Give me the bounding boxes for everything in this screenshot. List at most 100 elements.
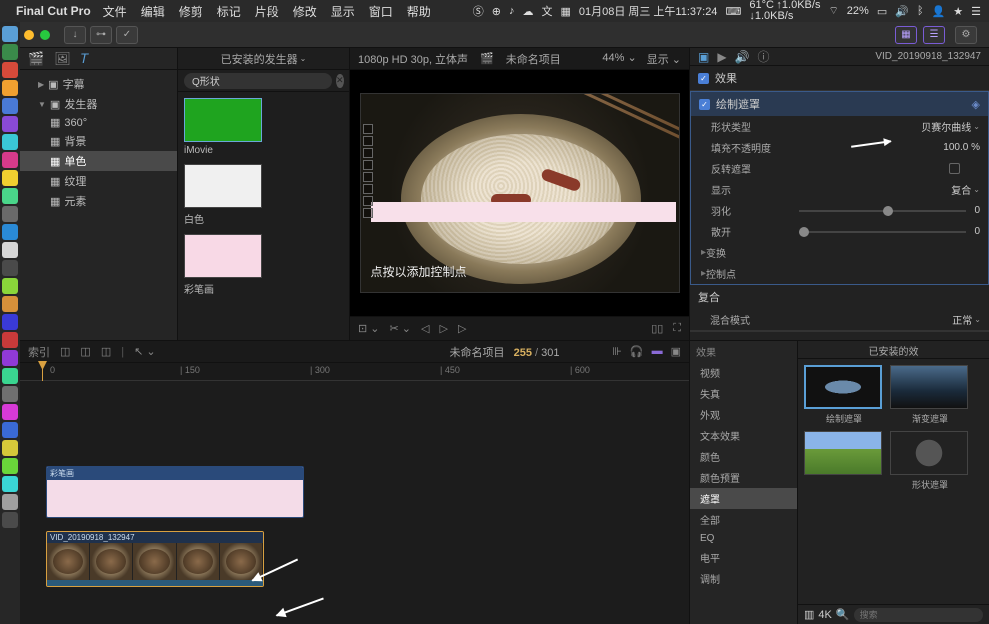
fx-filter-icon[interactable]: ▥ bbox=[804, 608, 814, 621]
maximize-button[interactable] bbox=[40, 30, 50, 40]
tree-item[interactable]: ▦ 单色 bbox=[20, 151, 177, 171]
spread-slider[interactable] bbox=[799, 231, 966, 233]
param-display[interactable]: 显示 复合⌄ bbox=[691, 179, 988, 200]
audio-inspector-tab-icon[interactable]: 🔊 bbox=[735, 50, 750, 64]
timeline-ruler[interactable]: 0 | 150 | 300 | 450 | 600 bbox=[20, 363, 689, 381]
status-icon-keyboard[interactable]: ⌨ bbox=[725, 5, 741, 18]
scopes-icon[interactable]: ▯▯ bbox=[651, 322, 663, 335]
photos-tab-icon[interactable]: 🖼 bbox=[54, 51, 71, 67]
status-user-icon[interactable]: 👤 bbox=[932, 5, 946, 18]
generator-item[interactable]: 白色 bbox=[184, 164, 343, 226]
generator-item[interactable]: iMovie bbox=[184, 98, 343, 156]
menu-clip[interactable]: 片段 bbox=[255, 3, 279, 20]
dock-app-icon[interactable] bbox=[2, 80, 18, 96]
effect-item[interactable]: 绘制遮罩 bbox=[804, 365, 884, 425]
param-invert[interactable]: 反转遮罩 bbox=[691, 158, 988, 179]
generators-header[interactable]: 已安装的发生器 ⌄ bbox=[178, 48, 349, 70]
dock-app-icon[interactable] bbox=[2, 206, 18, 222]
mask-overlay[interactable] bbox=[371, 202, 676, 222]
library-tab-icon[interactable]: 🎬 bbox=[28, 51, 44, 67]
dock-app-icon[interactable] bbox=[2, 44, 18, 60]
viewer-canvas[interactable]: 点按以添加控制点 bbox=[350, 70, 689, 316]
dock-app-icon[interactable] bbox=[2, 494, 18, 510]
dock-app-icon[interactable] bbox=[2, 512, 18, 528]
effects-category[interactable]: 调制 bbox=[690, 568, 797, 589]
tl-tool-3-icon[interactable]: ◫ bbox=[101, 345, 111, 358]
tree-item[interactable]: ▦ 360° bbox=[20, 114, 177, 131]
dock-app-icon[interactable] bbox=[2, 368, 18, 384]
keyword-button[interactable]: ⊶ bbox=[90, 26, 112, 44]
invert-checkbox[interactable] bbox=[949, 163, 960, 174]
dock-app-icon[interactable] bbox=[2, 296, 18, 312]
menu-view[interactable]: 显示 bbox=[331, 3, 355, 20]
select-tool-icon[interactable]: ↖ ⌄ bbox=[134, 345, 156, 358]
tl-tool-1-icon[interactable]: ◫ bbox=[60, 345, 70, 358]
menu-file[interactable]: 文件 bbox=[103, 3, 127, 20]
crop-tool-icon[interactable]: ⊡ ⌄ bbox=[358, 322, 380, 335]
color-inspector-tab-icon[interactable]: ▶ bbox=[717, 50, 726, 64]
tree-item[interactable]: ▼ ▣ 发生器 bbox=[20, 94, 177, 114]
dock-app-icon[interactable] bbox=[2, 26, 18, 42]
composite-section-header[interactable]: 复合 bbox=[690, 285, 989, 309]
status-datetime[interactable]: 01月08日 周三 上午11:37:24 bbox=[579, 3, 718, 19]
effects-category[interactable]: 视频 bbox=[690, 362, 797, 383]
effect-item[interactable]: 形状遮罩 bbox=[890, 431, 970, 491]
bg-task-button[interactable]: ✓ bbox=[116, 26, 138, 44]
status-icon-cal[interactable]: ▦ bbox=[560, 5, 570, 18]
status-volume-icon[interactable]: 🔊 bbox=[895, 5, 909, 18]
tl-tool-2-icon[interactable]: ◫ bbox=[80, 345, 90, 358]
effects-search-input[interactable] bbox=[854, 608, 983, 622]
dock-app-icon[interactable] bbox=[2, 242, 18, 258]
clip-video[interactable]: VID_20190918_132947 bbox=[46, 531, 264, 587]
fullscreen-icon[interactable]: ⛶ bbox=[673, 322, 681, 335]
tl-snap-icon[interactable]: ▬ bbox=[652, 345, 663, 358]
dock-app-icon[interactable] bbox=[2, 116, 18, 132]
dock-app-icon[interactable] bbox=[2, 188, 18, 204]
tree-item[interactable]: ▦ 元素 bbox=[20, 191, 177, 211]
clapper-icon[interactable]: 🎬 bbox=[480, 52, 494, 65]
app-name[interactable]: Final Cut Pro bbox=[16, 4, 91, 18]
dock-app-icon[interactable] bbox=[2, 98, 18, 114]
param-fill-opacity[interactable]: 填充不透明度 100.0 % bbox=[691, 137, 988, 158]
generator-item[interactable]: 彩笔画 bbox=[184, 234, 343, 296]
titles-tab-icon[interactable]: 𝑇 bbox=[81, 51, 89, 67]
effects-category[interactable]: 电平 bbox=[690, 547, 797, 568]
search-clear-icon[interactable]: ✕ bbox=[336, 74, 344, 88]
dock-app-icon[interactable] bbox=[2, 134, 18, 150]
menu-trim[interactable]: 修剪 bbox=[179, 3, 203, 20]
tl-audio-icon[interactable]: 🎧 bbox=[630, 345, 644, 358]
dock-app-icon[interactable] bbox=[2, 440, 18, 456]
layout-list-button[interactable]: ☰ bbox=[923, 26, 945, 44]
effects-category[interactable]: 外观 bbox=[690, 404, 797, 425]
prev-frame-icon[interactable]: ◁ bbox=[421, 322, 429, 335]
dock-app-icon[interactable] bbox=[2, 422, 18, 438]
param-spread[interactable]: 散开 0 bbox=[691, 221, 988, 242]
dock-app-icon[interactable] bbox=[2, 386, 18, 402]
status-icon-cloud[interactable]: ☁ bbox=[522, 5, 533, 18]
dock-app-icon[interactable] bbox=[2, 260, 18, 276]
next-frame-icon[interactable]: ▷ bbox=[458, 322, 466, 335]
effects-category[interactable]: 全部 bbox=[690, 509, 797, 530]
effects-category[interactable]: 失真 bbox=[690, 383, 797, 404]
status-icon-music[interactable]: ♪ bbox=[509, 5, 515, 17]
status-icon-globe[interactable]: ⊕ bbox=[492, 5, 501, 18]
feather-slider[interactable] bbox=[799, 210, 966, 212]
dock-app-icon[interactable] bbox=[2, 62, 18, 78]
info-inspector-tab-icon[interactable]: ⓘ bbox=[758, 48, 770, 65]
menu-edit[interactable]: 编辑 bbox=[141, 3, 165, 20]
param-blend-mode[interactable]: 混合模式 正常⌄ bbox=[690, 309, 989, 330]
retime-tool-icon[interactable]: ✂ ⌄ bbox=[390, 322, 412, 335]
menu-window[interactable]: 窗口 bbox=[369, 3, 393, 20]
tl-solo-icon[interactable]: ▣ bbox=[671, 345, 681, 358]
param-transform[interactable]: ▸ 变换 bbox=[691, 242, 988, 263]
timeline-tracks[interactable]: 彩笔画 VID_20190918_132947 bbox=[20, 381, 689, 624]
effects-section-header[interactable]: ✓ 效果 bbox=[690, 66, 989, 90]
status-star-icon[interactable]: ★ bbox=[953, 5, 963, 18]
index-button[interactable]: 索引 bbox=[28, 344, 50, 360]
video-inspector-tab-icon[interactable]: ▣ bbox=[698, 50, 709, 64]
status-battery[interactable]: 22% bbox=[847, 5, 869, 17]
tree-item[interactable]: ▶ ▣ 字幕 bbox=[20, 74, 177, 94]
effect-item[interactable] bbox=[804, 431, 884, 491]
menu-help[interactable]: 帮助 bbox=[407, 3, 431, 20]
tree-item[interactable]: ▦ 纹理 bbox=[20, 171, 177, 191]
